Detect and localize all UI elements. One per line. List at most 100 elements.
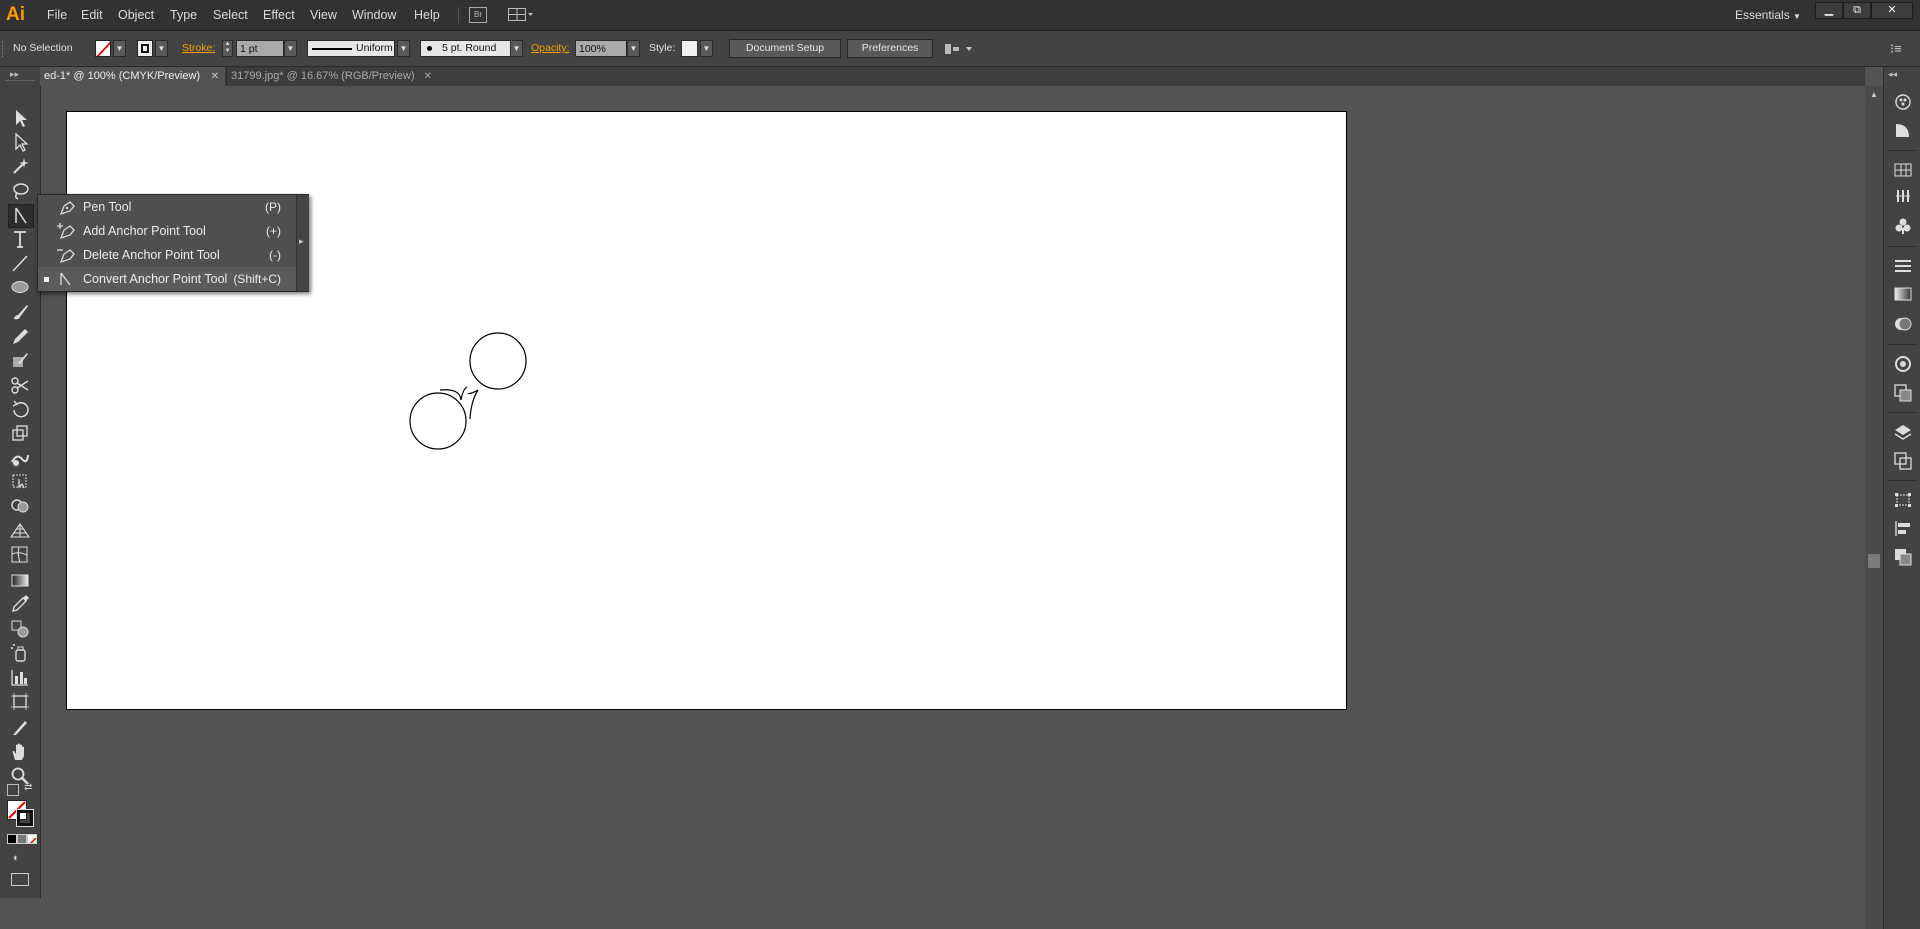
line-segment-icon[interactable] <box>8 252 32 274</box>
type-icon[interactable] <box>8 228 32 250</box>
fill-swatch[interactable] <box>95 40 111 57</box>
shape-builder-icon[interactable] <box>8 495 32 517</box>
artboards-panel-icon[interactable] <box>1892 450 1914 470</box>
default-colors-icon[interactable] <box>7 784 19 796</box>
symbols-icon[interactable] <box>1892 216 1914 236</box>
rotate-icon[interactable] <box>8 398 32 420</box>
stroke-color-box[interactable] <box>16 809 34 827</box>
graphic-styles-icon[interactable] <box>1892 382 1914 402</box>
panel-menu-icon[interactable]: ⁝≡ <box>1890 41 1910 57</box>
color-icon[interactable] <box>1892 92 1914 112</box>
swatches-icon[interactable] <box>1892 160 1914 180</box>
menu-select[interactable]: Select <box>213 0 248 30</box>
opacity-label[interactable]: Opacity: <box>531 31 570 66</box>
menu-object[interactable]: Object <box>118 0 154 30</box>
document-setup-button[interactable]: Document Setup <box>729 39 841 58</box>
profile-dropdown[interactable]: ▼ <box>397 40 410 57</box>
scale-icon[interactable] <box>8 422 32 444</box>
flyout-item-add-anchor[interactable]: Add Anchor Point Tool (+) <box>38 219 296 243</box>
close-tab-icon[interactable]: ✕ <box>424 67 432 86</box>
column-graph-icon[interactable] <box>8 666 32 688</box>
menu-window[interactable]: Window <box>352 0 396 30</box>
eyedropper-icon[interactable] <box>8 592 32 614</box>
blend-icon[interactable] <box>8 617 32 639</box>
stroke-dropdown[interactable]: ▼ <box>155 40 168 57</box>
ellipse-icon[interactable] <box>8 276 32 298</box>
stroke-swatch[interactable] <box>137 40 153 57</box>
swap-colors-icon[interactable]: ⇄ <box>24 782 32 793</box>
vertical-scrollbar[interactable]: ▲ <box>1865 86 1883 929</box>
color-guide-icon[interactable] <box>1892 120 1914 140</box>
circle-path-lower[interactable] <box>409 392 467 450</box>
close-tab-icon[interactable]: ✕ <box>211 67 219 86</box>
gradient-panel-icon[interactable] <box>1892 284 1914 304</box>
preferences-button[interactable]: Preferences <box>847 39 933 58</box>
circle-path-upper[interactable] <box>469 332 527 390</box>
style-dropdown[interactable]: ▼ <box>700 40 713 57</box>
flyout-item-delete-anchor[interactable]: Delete Anchor Point Tool (-) <box>38 243 296 267</box>
stroke-stepper[interactable]: ▲ ▼ <box>222 40 233 57</box>
variable-width-profile[interactable]: Uniform <box>307 40 395 57</box>
restore-button[interactable]: ⧉ <box>1843 2 1871 19</box>
tearoff-bar[interactable]: ▸ <box>296 195 309 291</box>
workspace-switcher[interactable]: Essentials ▼ <box>1735 0 1801 30</box>
graphic-style-swatch[interactable] <box>681 40 698 57</box>
perspective-grid-icon[interactable] <box>8 519 32 541</box>
symbol-sprayer-icon[interactable] <box>8 641 32 663</box>
none-mode-icon[interactable] <box>27 834 37 844</box>
direct-selection-icon[interactable] <box>8 131 32 153</box>
pencil-icon[interactable] <box>8 325 32 347</box>
align-options-icon[interactable] <box>944 41 974 57</box>
drawing-mode-icon[interactable]: ◐ <box>13 852 27 864</box>
menu-file[interactable]: File <box>47 0 67 30</box>
tab-document-1[interactable]: ed-1* @ 100% (CMYK/Preview) ✕ <box>40 67 225 86</box>
tab-document-2[interactable]: 31799.jpg* @ 16.67% (RGB/Preview) ✕ <box>226 67 440 86</box>
brushes-icon[interactable] <box>1892 186 1914 206</box>
stroke-label[interactable]: Stroke: <box>182 31 215 66</box>
connector-path-lower[interactable] <box>467 389 479 420</box>
menu-view[interactable]: View <box>310 0 337 30</box>
mesh-icon[interactable] <box>8 543 32 565</box>
flyout-item-convert-anchor[interactable]: Convert Anchor Point Tool (Shift+C) <box>38 267 296 291</box>
scissors-icon[interactable] <box>8 374 32 396</box>
blob-brush-icon[interactable] <box>8 349 32 371</box>
scroll-thumb[interactable] <box>1868 554 1880 568</box>
menu-help[interactable]: Help <box>414 0 440 30</box>
menu-type[interactable]: Type <box>170 0 197 30</box>
pathfinder-icon[interactable] <box>1892 546 1914 566</box>
menu-edit[interactable]: Edit <box>81 0 103 30</box>
lasso-icon[interactable] <box>8 180 32 202</box>
transparency-icon[interactable] <box>1892 314 1914 334</box>
magic-wand-icon[interactable] <box>8 155 32 177</box>
warp-icon[interactable] <box>8 447 32 469</box>
screen-mode-icon[interactable] <box>11 873 29 886</box>
layers-icon[interactable] <box>1892 422 1914 442</box>
flyout-item-pen[interactable]: Pen Tool (P) <box>38 195 296 219</box>
hand-icon[interactable] <box>8 740 32 762</box>
brush-dropdown[interactable]: ▼ <box>510 40 523 57</box>
collapse-toolbar-icon[interactable]: ▸▸ <box>10 69 19 80</box>
stroke-weight-dropdown[interactable]: ▼ <box>284 40 297 57</box>
color-mode-icon[interactable] <box>7 834 17 844</box>
artboard-icon[interactable] <box>8 690 32 712</box>
selection-icon[interactable] <box>8 107 32 129</box>
brush-definition[interactable]: 5 pt. Round <box>420 40 512 57</box>
opacity-field[interactable]: 100% <box>575 40 627 57</box>
scroll-up-icon[interactable]: ▲ <box>1870 90 1878 99</box>
expand-dock-icon[interactable]: ◂◂ <box>1888 69 1897 80</box>
appearance-icon[interactable] <box>1892 354 1914 374</box>
bridge-icon[interactable]: Br <box>469 7 487 23</box>
slice-icon[interactable] <box>8 716 32 738</box>
stroke-icon[interactable] <box>1892 256 1914 276</box>
free-transform-icon[interactable] <box>8 470 32 492</box>
fill-dropdown[interactable]: ▼ <box>113 40 126 57</box>
align-icon[interactable] <box>1892 518 1914 538</box>
stroke-weight-field[interactable]: 1 pt <box>236 40 284 57</box>
paintbrush-icon[interactable] <box>8 301 32 323</box>
convert-anchor-point-icon[interactable] <box>8 204 34 228</box>
arrange-documents-icon[interactable] <box>508 8 533 21</box>
gradient-icon[interactable] <box>8 569 32 591</box>
close-button[interactable]: ✕ <box>1871 2 1913 19</box>
transform-icon[interactable] <box>1892 490 1914 510</box>
menu-effect[interactable]: Effect <box>263 0 295 30</box>
